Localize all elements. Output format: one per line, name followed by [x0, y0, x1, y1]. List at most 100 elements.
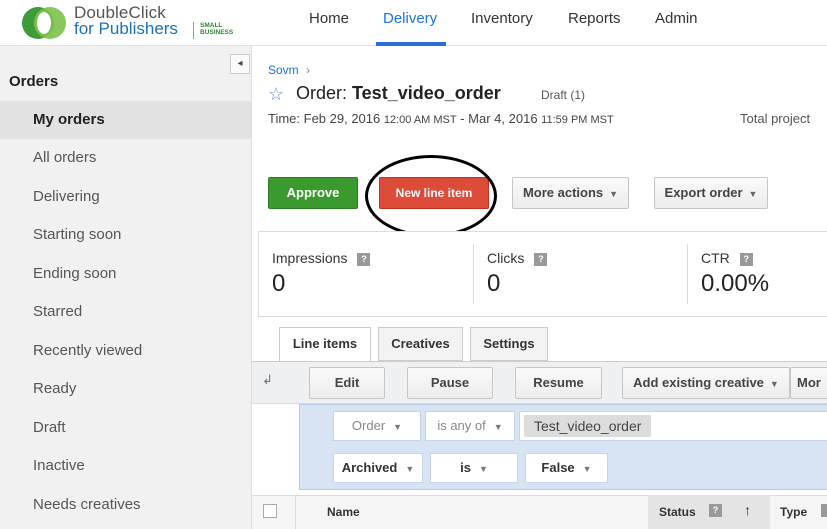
help-icon[interactable]: ?	[357, 252, 371, 266]
clicks-label: Clicks	[487, 250, 525, 266]
stats-panel: Impressions? 0 Clicks? 0 CTR? 0.00%	[258, 231, 827, 317]
select-all-checkbox[interactable]	[263, 504, 277, 518]
logo-text-publishers: for Publishers	[74, 19, 178, 38]
sidebar-item-starting-soon[interactable]: Starting soon	[0, 216, 251, 254]
order-name: Test_video_order	[352, 83, 501, 103]
column-header-name[interactable]: Name	[327, 505, 360, 519]
time-end-clock: 11:59 PM MST	[541, 114, 614, 126]
filter-value-chip[interactable]: Test_video_order	[524, 415, 652, 437]
collapse-sidebar-icon[interactable]: ◂	[230, 54, 250, 74]
filter-archived-label: Archived	[341, 460, 398, 475]
tab-settings[interactable]: Settings	[470, 327, 548, 361]
export-order-label: Export order	[664, 185, 743, 200]
nav-home[interactable]: Home	[309, 10, 349, 46]
star-icon[interactable]: ☆	[268, 84, 284, 105]
time-start-date: Time: Feb 29, 2016	[268, 111, 384, 126]
logo-small-line1: SMALL	[200, 22, 223, 29]
more-actions-label: More actions	[522, 185, 604, 200]
logo-small-line2: BUSINESS	[200, 29, 234, 36]
filter-false-label: False	[541, 460, 575, 475]
help-icon[interactable]	[821, 504, 827, 517]
column-divider	[295, 495, 296, 529]
page-title: Order: Test_video_order	[296, 83, 501, 104]
chevron-down-icon: ▼	[493, 422, 503, 432]
sidebar-item-starred[interactable]: Starred	[0, 293, 251, 331]
time-start-clock: 12:00 AM MST	[383, 114, 457, 126]
pause-button[interactable]: Pause	[407, 367, 493, 399]
filter-operator-label: is any of	[437, 418, 486, 433]
time-end-date: - Mar 4, 2016	[456, 111, 542, 126]
stat-impressions-label: Impressions?	[272, 250, 371, 266]
return-icon[interactable]: ↲	[262, 372, 273, 388]
sidebar-item-needs-creatives[interactable]: Needs creatives	[0, 486, 251, 524]
help-icon[interactable]: ?	[709, 504, 722, 517]
chevron-down-icon: ▼	[393, 422, 403, 432]
stat-clicks-label: Clicks?	[487, 250, 548, 266]
more-button[interactable]: Mor	[790, 367, 827, 399]
highlight-circle-annotation	[365, 155, 497, 237]
sidebar-item-recently-viewed[interactable]: Recently viewed	[0, 332, 251, 370]
nav-delivery[interactable]: Delivery	[383, 10, 437, 46]
chevron-down-icon: ▼	[405, 464, 415, 474]
logo-divider	[193, 22, 194, 39]
sidebar-title: Orders	[9, 73, 59, 90]
stat-ctr-label: CTR?	[701, 250, 753, 266]
sidebar-item-ready[interactable]: Ready	[0, 370, 251, 408]
doubleclick-logo-icon	[22, 7, 66, 39]
top-header: DoubleClick for Publishers SMALL BUSINES…	[0, 0, 827, 46]
stat-divider	[473, 244, 474, 304]
add-existing-creative-button[interactable]: Add existing creative ▼	[622, 367, 790, 399]
resume-button[interactable]: Resume	[515, 367, 602, 399]
column-header-status[interactable]: Status	[659, 505, 696, 519]
filter-value-input[interactable]: Test_video_order	[519, 411, 827, 441]
chevron-down-icon: ▼	[609, 188, 619, 199]
breadcrumb-separator: ›	[306, 63, 311, 77]
tab-line-items[interactable]: Line items	[279, 327, 371, 363]
add-existing-creative-label: Add existing creative	[633, 375, 764, 390]
filter-operator-select[interactable]: is any of ▼	[425, 411, 515, 441]
nav-admin[interactable]: Admin	[655, 10, 698, 46]
filter-field-label: Order	[351, 418, 386, 433]
breadcrumb: Sovm ›	[268, 63, 310, 77]
filter-is-select[interactable]: is ▼	[430, 453, 518, 483]
help-icon[interactable]: ?	[534, 252, 548, 266]
breadcrumb-link[interactable]: Sovm	[268, 63, 299, 77]
sidebar-item-delivering[interactable]: Delivering	[0, 178, 251, 216]
help-icon[interactable]: ?	[739, 252, 753, 266]
edit-button[interactable]: Edit	[309, 367, 385, 399]
tab-creatives[interactable]: Creatives	[378, 327, 463, 361]
nav-inventory[interactable]: Inventory	[471, 10, 533, 46]
order-title-prefix: Order:	[296, 83, 353, 103]
filter-archived-select[interactable]: Archived ▼	[333, 453, 423, 483]
more-actions-button[interactable]: More actions ▼	[512, 177, 629, 209]
nav-active-indicator	[376, 42, 446, 46]
sidebar: ◂ Orders My orders All orders Delivering…	[0, 46, 252, 529]
ctr-label: CTR	[701, 250, 730, 266]
chevron-down-icon: ▼	[478, 464, 488, 474]
export-order-button[interactable]: Export order ▼	[654, 177, 768, 209]
order-time: Time: Feb 29, 2016 12:00 AM MST - Mar 4,…	[268, 111, 614, 126]
sidebar-item-my-orders[interactable]: My orders	[0, 101, 251, 139]
sidebar-item-draft[interactable]: Draft	[0, 409, 251, 447]
stat-clicks-value: 0	[487, 270, 501, 297]
sidebar-item-inactive[interactable]: Inactive	[0, 447, 251, 485]
approve-button[interactable]: Approve	[268, 177, 358, 209]
stat-ctr-value: 0.00%	[701, 270, 770, 297]
sidebar-item-ending-soon[interactable]: Ending soon	[0, 255, 251, 293]
stat-divider	[687, 244, 688, 304]
filter-false-select[interactable]: False ▼	[525, 453, 608, 483]
status-badge: Draft (1)	[541, 88, 586, 102]
impressions-label: Impressions	[272, 250, 348, 266]
doubleclick-logo[interactable]: DoubleClick for Publishers SMALL BUSINES…	[20, 2, 250, 42]
column-header-type[interactable]: Type	[780, 505, 807, 519]
chevron-down-icon: ▼	[769, 378, 779, 389]
sort-ascending-icon[interactable]: ↑	[744, 502, 751, 518]
filter-is-label: is	[460, 460, 471, 475]
logo-small-business: SMALL BUSINESS	[200, 22, 233, 36]
chevron-down-icon: ▼	[748, 188, 758, 199]
nav-reports[interactable]: Reports	[568, 10, 621, 46]
filter-field-select[interactable]: Order ▼	[333, 411, 421, 441]
total-projected-label: Total project	[740, 111, 811, 126]
sidebar-item-all-orders[interactable]: All orders	[0, 139, 251, 177]
chevron-down-icon: ▼	[582, 464, 592, 474]
